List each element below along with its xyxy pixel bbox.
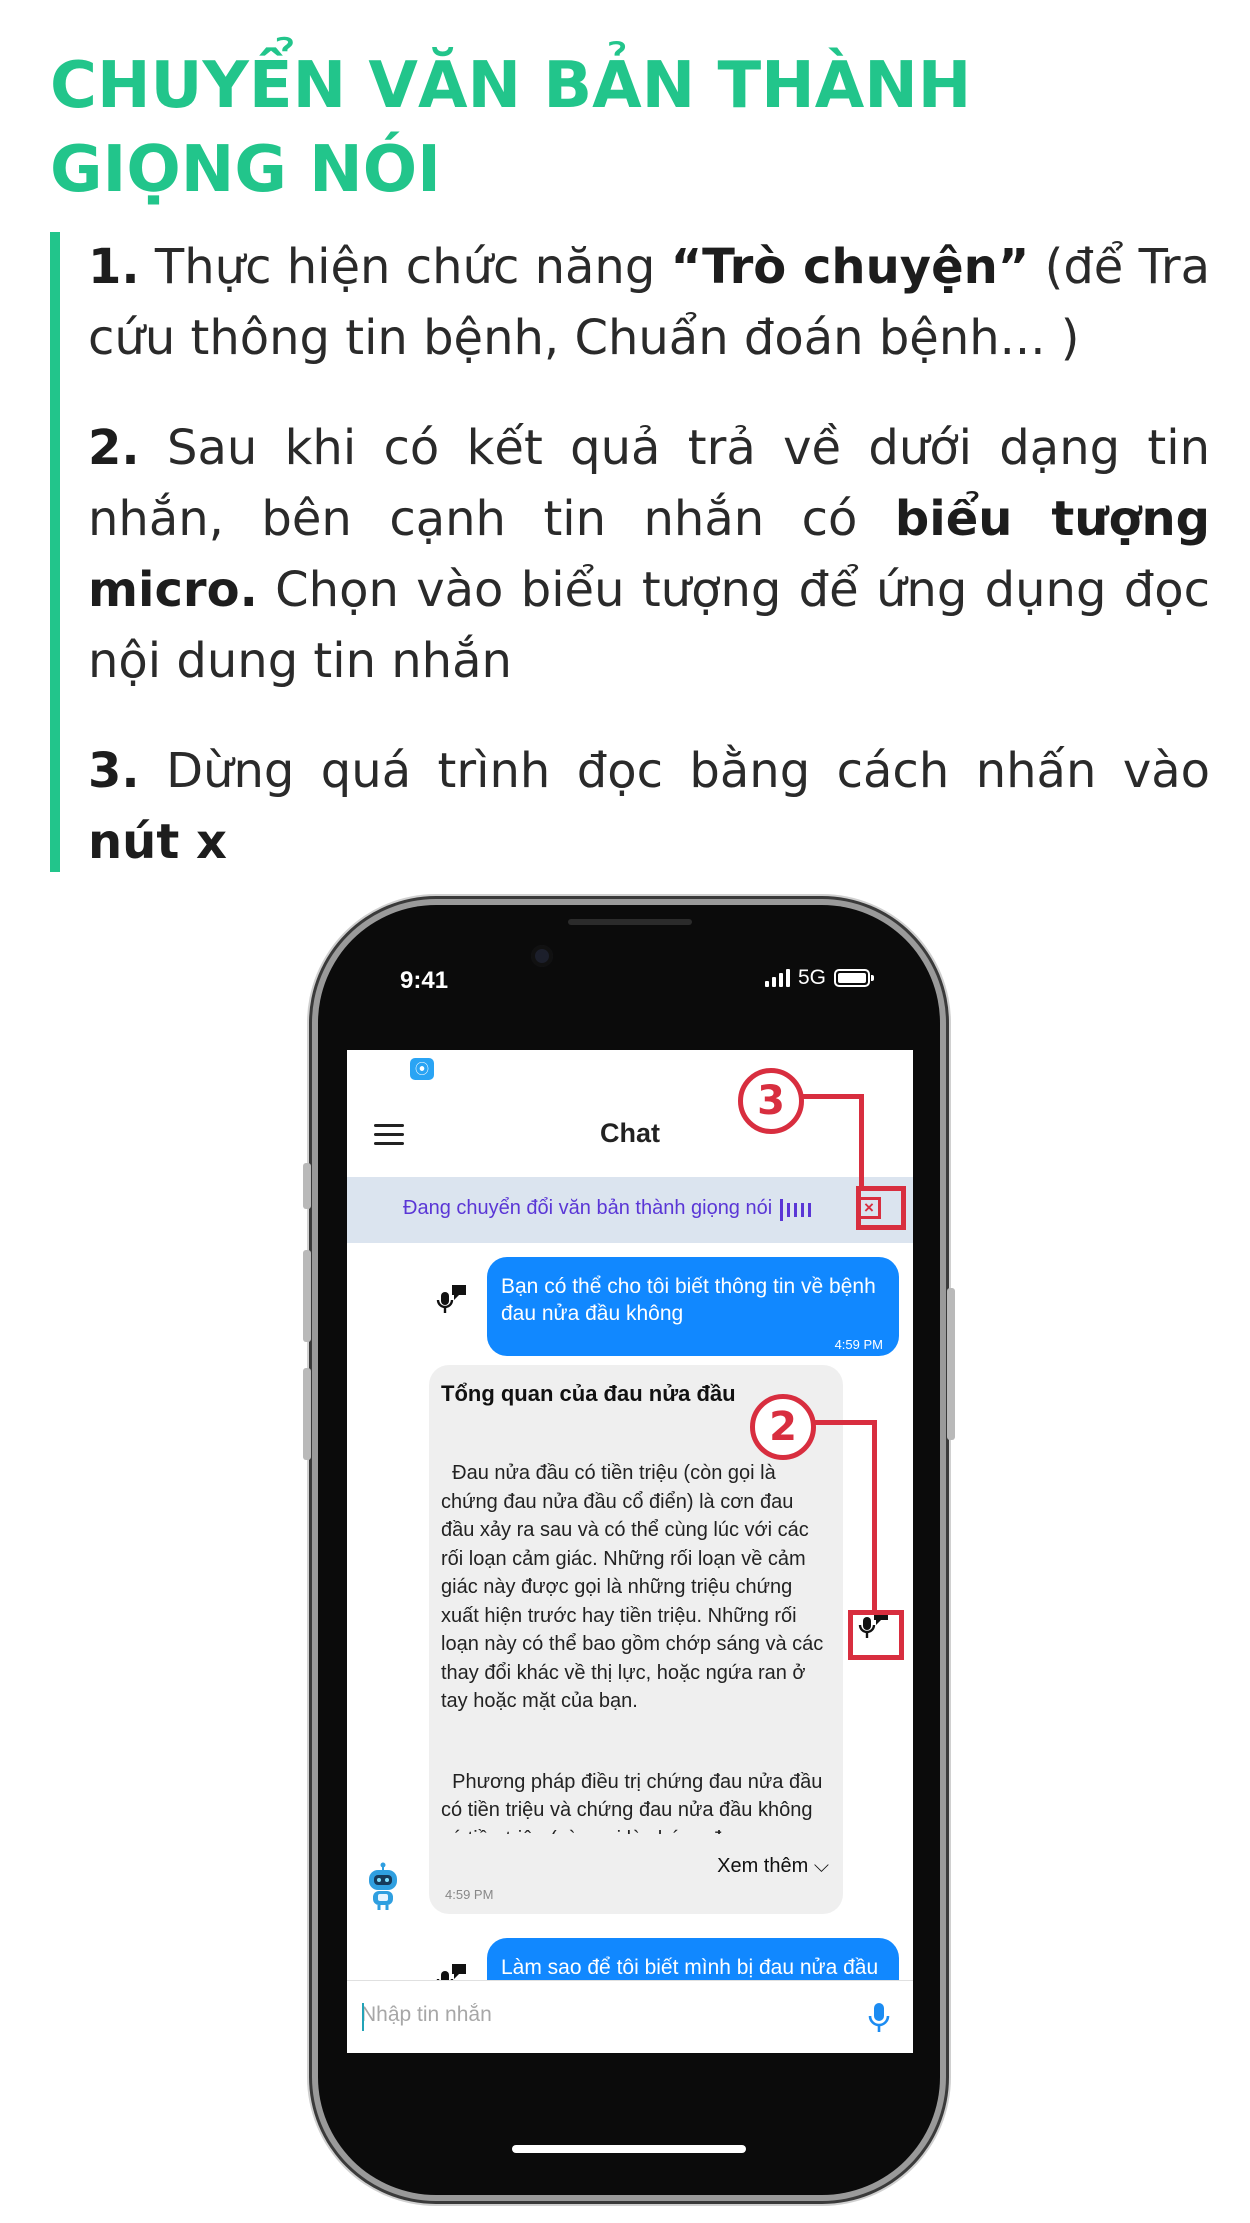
page-title: CHUYỂN VĂN BẢN THÀNH GIỌNG NÓI bbox=[50, 49, 972, 207]
step-3: 3. Dừng quá trình đọc bằng cách nhấn vào… bbox=[88, 736, 1210, 878]
callout-3-line bbox=[859, 1094, 864, 1186]
step-1-number: 1. bbox=[88, 239, 140, 295]
battery-icon bbox=[834, 969, 874, 987]
callout-3-box bbox=[856, 1186, 906, 1230]
user-message-bubble: Bạn có thể cho tôi biết thông tin về bện… bbox=[487, 1257, 899, 1356]
status-time: 9:41 bbox=[400, 967, 449, 994]
step-3-number: 3. bbox=[88, 743, 140, 799]
chat-title: Chat bbox=[600, 1118, 660, 1148]
volume-down-button bbox=[303, 1368, 311, 1460]
home-indicator bbox=[512, 2145, 746, 2153]
read-aloud-mic-icon[interactable] bbox=[435, 1283, 469, 1317]
show-more-link[interactable]: Xem thêm ⌵ bbox=[717, 1855, 829, 1878]
power-button bbox=[947, 1288, 955, 1440]
mute-switch bbox=[303, 1163, 311, 1209]
user-message-text: Làm sao để tôi biết mình bị đau nửa đầu bbox=[501, 1956, 879, 1979]
text-caret bbox=[362, 2003, 364, 2031]
chat-screen: ⦿ Chat Đang chuyển đổi văn bản thành giọ… bbox=[347, 1050, 913, 2053]
callout-2-line bbox=[872, 1420, 877, 1610]
earpiece-speaker bbox=[568, 919, 692, 925]
user-message-text: Bạn có thể cho tôi biết thông tin về bện… bbox=[501, 1275, 876, 1325]
callout-2-box bbox=[848, 1610, 904, 1660]
bot-message-paragraph-2: Phương pháp điều trị chứng đau nửa đầu c… bbox=[441, 1770, 823, 1834]
chevron-down-icon: ⌵ bbox=[808, 1855, 829, 1877]
message-time: 4:59 PM bbox=[445, 1887, 494, 1902]
volume-up-button bbox=[303, 1250, 311, 1342]
message-time: 4:59 PM bbox=[834, 1337, 883, 1352]
front-camera bbox=[531, 945, 553, 967]
callout-2-circle: 2 bbox=[750, 1394, 816, 1460]
tts-status-text: Đang chuyển đổi văn bản thành giọng nói bbox=[403, 1197, 773, 1219]
step-1-bold: “Trò chuyện” bbox=[670, 239, 1030, 295]
bot-message-paragraph: Đau nửa đầu có tiền triệu (còn gọi là ch… bbox=[441, 1462, 824, 1712]
signal-icon bbox=[764, 969, 790, 987]
audio-wave-icon bbox=[780, 1198, 811, 1222]
step-3-bold: nút x bbox=[88, 814, 227, 870]
status-indicators: 5G bbox=[764, 966, 874, 990]
step-1: 1. Thực hiện chức năng “Trò chuyện” (để … bbox=[88, 232, 1210, 374]
step-3-text: Dừng quá trình đọc bằng cách nhấn vào bbox=[139, 743, 1210, 799]
bot-avatar bbox=[365, 1862, 401, 1912]
callout-2-line bbox=[813, 1420, 877, 1425]
step-1-text: Thực hiện chức năng bbox=[139, 239, 671, 295]
message-input[interactable] bbox=[361, 1995, 841, 2035]
tts-status-bar: Đang chuyển đổi văn bản thành giọng nói … bbox=[347, 1177, 913, 1243]
message-input-bar bbox=[347, 1980, 913, 2053]
callout-3-circle: 3 bbox=[738, 1068, 804, 1134]
radio-waves-icon: ⦿ bbox=[410, 1058, 434, 1080]
microphone-icon[interactable] bbox=[867, 2001, 891, 2035]
step-2: 2. Sau khi có kết quả trả về dưới dạng t… bbox=[88, 413, 1210, 697]
network-type: 5G bbox=[797, 966, 826, 989]
instruction-steps: 1. Thực hiện chức năng “Trò chuyện” (để … bbox=[50, 232, 1210, 872]
step-2-number: 2. bbox=[88, 420, 140, 476]
callout-3-line bbox=[801, 1094, 864, 1099]
